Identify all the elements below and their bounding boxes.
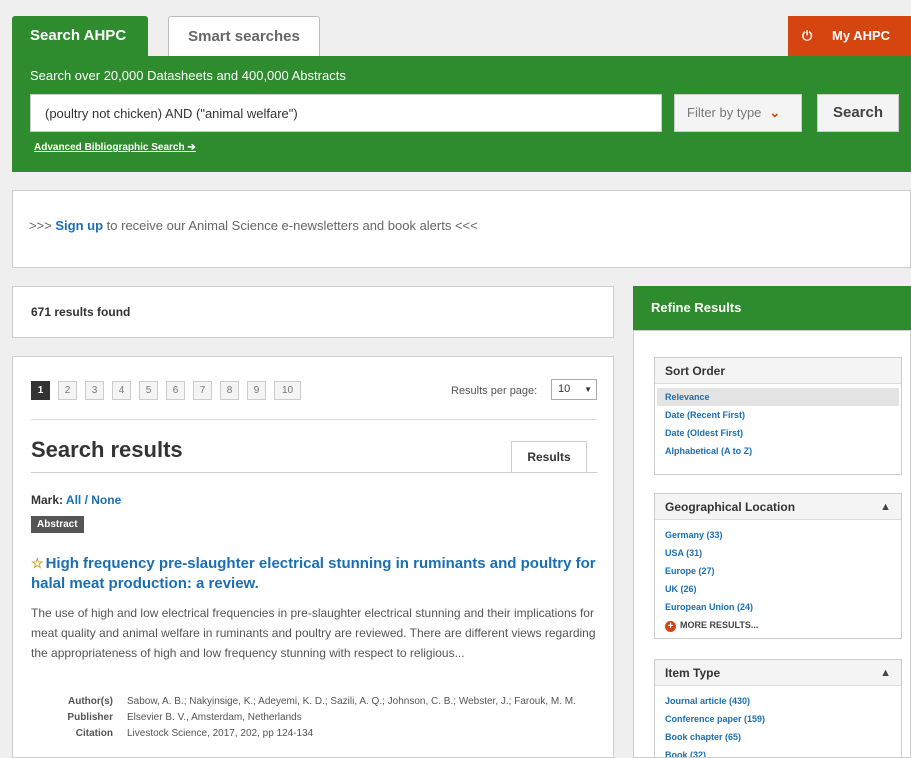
chevron-down-icon: ⌄ [769,105,781,120]
search-panel: Search over 20,000 Datasheets and 400,00… [12,56,911,172]
signup-suffix: to receive our Animal Science e-newslett… [103,218,478,233]
geo-location-box: Geographical Location ▲ Germany (33) USA … [654,493,902,639]
refine-panel: Sort Order Relevance Date (Recent First)… [633,330,911,758]
sort-option-alpha[interactable]: Alphabetical (A to Z) [655,442,901,460]
page-4[interactable]: 4 [112,381,131,400]
geo-location-header[interactable]: Geographical Location ▲ [655,494,901,520]
publisher-value: Elsevier B. V., Amsterdam, Netherlands [127,712,302,723]
citation-value: Livestock Science, 2017, 202, pp 124-134 [127,728,314,739]
geo-item[interactable]: European Union (24) [655,598,901,616]
sort-option-relevance[interactable]: Relevance [657,388,899,406]
mark-selector: Mark: All / None [31,493,121,507]
authors-label: Author(s) [68,696,113,707]
sort-option-oldest[interactable]: Date (Oldest First) [655,424,901,442]
results-per-page-value: 10 [558,383,571,395]
sort-order-title: Sort Order [655,358,901,384]
item-type-option[interactable]: Journal article (430) [655,692,901,710]
tab-search-ahpc[interactable]: Search AHPC [12,16,148,56]
divider [31,419,597,420]
signup-prefix: >>> [29,218,56,233]
page-7[interactable]: 7 [193,381,212,400]
top-tab-bar: Search AHPC Smart searches ⏻ My AHPC [0,0,911,56]
page-5[interactable]: 5 [139,381,158,400]
power-icon: ⏻ [802,28,813,43]
authors-value: Sabow, A. B.; Nakyinsige, K.; Adeyemi, K… [127,696,576,707]
abstract-badge: Abstract [31,516,84,533]
signup-banner: >>> Sign up to receive our Animal Scienc… [12,190,911,268]
result-metadata: Author(s) Sabow, A. B.; Nakyinsige, K.; … [31,695,597,743]
mark-all-link[interactable]: All [66,493,81,507]
item-type-header[interactable]: Item Type ▲ [655,660,901,686]
meta-citation: Citation Livestock Science, 2017, 202, p… [31,727,597,741]
result-title-text: High frequency pre-slaughter electrical … [31,555,596,592]
mark-label: Mark: [31,493,66,507]
sort-order-box: Sort Order Relevance Date (Recent First)… [654,357,902,475]
star-outline-icon[interactable]: ☆ [31,555,44,571]
tab-smart-searches[interactable]: Smart searches [168,16,320,56]
citation-label: Citation [75,728,113,739]
item-type-option[interactable]: Book (32) [655,746,901,757]
results-panel: 1 2 3 4 5 6 7 8 9 10 Results per page: 1… [12,356,614,758]
results-count: 671 results found [12,286,614,338]
page-8[interactable]: 8 [220,381,239,400]
item-type-option[interactable]: Conference paper (159) [655,710,901,728]
select-arrow-icon: ▼ [584,385,592,394]
page-3[interactable]: 3 [85,381,104,400]
signup-link[interactable]: Sign up [55,218,103,233]
tab-results[interactable]: Results [511,441,587,473]
refine-results-heading: Refine Results [633,286,911,330]
result-abstract: The use of high and low electrical frequ… [31,606,596,660]
pagination: 1 2 3 4 5 6 7 8 9 10 [31,381,301,400]
plus-circle-icon: + [665,621,676,632]
meta-authors: Author(s) Sabow, A. B.; Nakyinsige, K.; … [31,695,597,709]
search-description: Search over 20,000 Datasheets and 400,00… [30,68,346,83]
filter-label: Filter by type [687,105,762,120]
item-type-title: Item Type [665,666,721,680]
geo-item[interactable]: USA (31) [655,544,901,562]
filter-by-type-select[interactable]: Filter by type ⌄ [674,94,802,132]
geo-item[interactable]: Europe (27) [655,562,901,580]
geo-item[interactable]: UK (26) [655,580,901,598]
results-per-page-label: Results per page: [451,385,538,397]
chevron-up-icon[interactable]: ▲ [880,494,891,520]
divider [31,472,597,473]
my-ahpc-button[interactable]: ⏻ My AHPC [788,16,911,56]
more-results-label: MORE RESULTS... [680,620,759,630]
search-results-heading: Search results [31,437,183,462]
item-type-box: Item Type ▲ Journal article (430) Confere… [654,659,902,757]
search-input[interactable]: (poultry not chicken) AND ("animal welfa… [30,94,662,132]
advanced-search-link[interactable]: Advanced Bibliographic Search ➔ [34,142,196,153]
publisher-label: Publisher [67,712,113,723]
item-type-option[interactable]: Book chapter (65) [655,728,901,746]
sort-option-recent[interactable]: Date (Recent First) [655,406,901,424]
mark-none-link[interactable]: None [91,493,121,507]
result-title-link[interactable]: ☆ High frequency pre-slaughter electrical… [31,553,597,594]
more-results-link[interactable]: + MORE RESULTS... [655,616,901,634]
search-button[interactable]: Search [817,94,899,132]
meta-publisher: Publisher Elsevier B. V., Amsterdam, Net… [31,711,597,725]
my-ahpc-label: My AHPC [832,28,891,43]
geo-location-title: Geographical Location [665,500,796,514]
page-10[interactable]: 10 [274,381,301,400]
results-per-page-select[interactable]: 10 ▼ [551,379,597,400]
page-6[interactable]: 6 [166,381,185,400]
page-2[interactable]: 2 [58,381,77,400]
geo-item[interactable]: Germany (33) [655,526,901,544]
chevron-up-icon[interactable]: ▲ [880,660,891,686]
mark-separator: / [81,493,92,507]
page-1[interactable]: 1 [31,381,50,400]
page-9[interactable]: 9 [247,381,266,400]
